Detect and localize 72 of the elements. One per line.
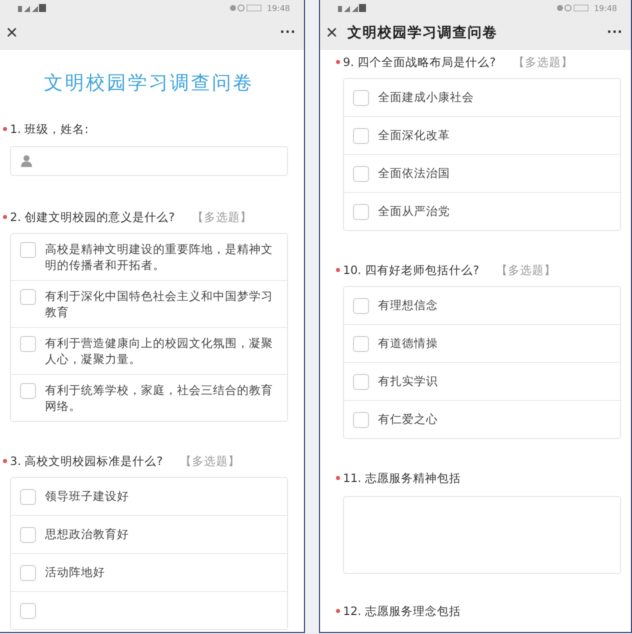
nav-title: 文明校园学习调查问卷 <box>348 24 499 42</box>
status-icons <box>228 4 263 12</box>
option-label: 有扎实学识 <box>378 373 438 389</box>
question-label: 12. 志愿服务理念包括 <box>343 604 461 618</box>
survey-title: 文明校园学习调查问卷 <box>43 71 255 96</box>
option-label: 全面从严治党 <box>378 203 450 219</box>
option-label: 全面深化改革 <box>378 127 450 143</box>
question-type-label: 【多选题】 <box>496 262 556 278</box>
option-row[interactable]: 有仁爱之心 <box>344 400 620 438</box>
checkbox[interactable] <box>353 128 370 144</box>
option-label: 全面建成小康社会 <box>378 89 474 105</box>
checkbox[interactable] <box>353 336 370 352</box>
option-row[interactable]: 有道德情操 <box>344 324 620 362</box>
checkbox[interactable] <box>20 565 36 581</box>
checkbox[interactable] <box>20 527 36 543</box>
close-button[interactable]: × <box>322 23 342 43</box>
question-label: 10. 四有好老师包括什么? <box>343 262 480 278</box>
checkbox[interactable] <box>353 204 370 220</box>
option-label: 思想政治教育好 <box>45 526 129 542</box>
question-label: 9. 四个全面战略布局是什么? <box>343 54 496 70</box>
close-button[interactable]: × <box>2 23 22 43</box>
question-label: 1. 班级，姓名: <box>10 122 89 136</box>
checkbox[interactable] <box>353 166 370 182</box>
question-label: 2. 创建文明校园的意义是什么? <box>10 210 175 224</box>
checkbox[interactable] <box>20 383 36 399</box>
question-label: 11. 志愿服务精神包括 <box>343 470 461 486</box>
option-row[interactable]: 有利于深化中国特色社会主义和中国梦学习教育 <box>11 280 288 327</box>
option-label: 有理想信念 <box>378 297 438 313</box>
option-row[interactable]: 有理想信念 <box>344 287 620 324</box>
signal-icon <box>338 3 366 13</box>
question-label: 3. 高校文明校园标准是什么? <box>10 454 163 468</box>
option-row[interactable]: 有利于统筹学校，家庭，社会三结合的教育网络。 <box>11 374 288 421</box>
option-row[interactable]: 思想政治教育好 <box>11 515 288 553</box>
checkbox[interactable] <box>353 412 370 428</box>
option-row[interactable]: 高校是精神文明建设的重要阵地，是精神文明的传播者和开拓者。 <box>11 234 288 280</box>
option-row[interactable]: 全面深化改革 <box>344 116 620 154</box>
option-row[interactable]: 活动阵地好 <box>11 553 288 591</box>
text-input-field[interactable] <box>10 146 288 176</box>
checkbox[interactable] <box>20 336 36 352</box>
option-row[interactable]: 有扎实学识 <box>344 362 620 400</box>
answer-box[interactable] <box>343 496 621 574</box>
option-row[interactable]: 有利于营造健康向上的校园文化氛围，凝聚人心，凝聚力量。 <box>11 327 288 374</box>
question-type-label: 【多选题】 <box>192 210 252 224</box>
option-label: 活动阵地好 <box>45 564 105 580</box>
question-type-label: 【多选题】 <box>180 454 240 468</box>
checkbox[interactable] <box>353 298 370 314</box>
option-label: 高校是精神文明建设的重要阵地，是精神文明的传播者和开拓者。 <box>45 241 274 273</box>
checkbox[interactable] <box>353 374 370 390</box>
status-time: 19:48 <box>266 4 290 12</box>
option-label: 有仁爱之心 <box>378 411 438 427</box>
option-label: 有利于统筹学校，家庭，社会三结合的教育网络。 <box>45 382 274 414</box>
option-label: 全面依法治国 <box>378 165 450 181</box>
signal-icon <box>18 3 46 13</box>
option-label: 有利于营造健康向上的校园文化氛围，凝聚人心，凝聚力量。 <box>45 335 274 367</box>
option-row[interactable]: 领导班子建设好 <box>11 478 288 515</box>
checkbox[interactable] <box>353 90 370 106</box>
option-label: 有利于深化中国特色社会主义和中国梦学习教育 <box>45 288 274 320</box>
checkbox[interactable] <box>20 489 36 505</box>
more-button[interactable]: ··· <box>280 24 296 42</box>
checkbox[interactable] <box>20 242 36 258</box>
status-time: 19:48 <box>594 4 617 12</box>
option-row[interactable]: 全面依法治国 <box>344 154 620 192</box>
more-button[interactable]: ··· <box>607 24 623 42</box>
status-icons <box>556 4 590 12</box>
question-type-label: 【多选题】 <box>512 54 573 70</box>
option-label: 领导班子建设好 <box>45 488 129 504</box>
option-row[interactable]: 全面从严治党 <box>344 192 620 230</box>
person-icon <box>21 155 32 167</box>
checkbox[interactable] <box>20 289 36 305</box>
option-row[interactable]: 全面建成小康社会 <box>344 79 620 116</box>
option-label: 有道德情操 <box>378 335 438 351</box>
checkbox[interactable] <box>20 603 36 619</box>
